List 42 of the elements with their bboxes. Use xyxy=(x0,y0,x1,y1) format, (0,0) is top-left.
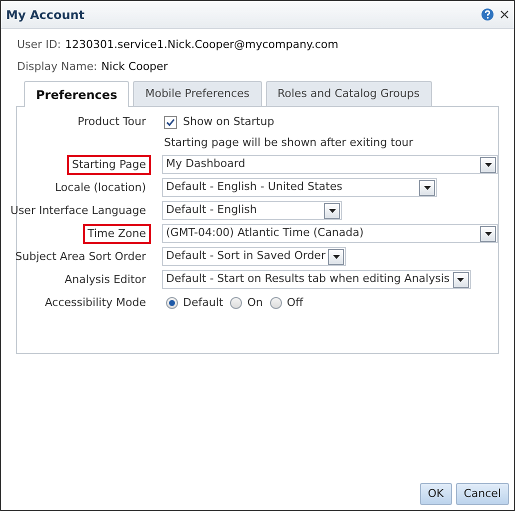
field-label: Starting Page xyxy=(66,154,151,174)
user-id-label: User ID: xyxy=(17,37,61,54)
caret-icon xyxy=(484,162,492,166)
field-label: Analysis Editor xyxy=(64,272,147,288)
dropdown[interactable]: Default - English - United States xyxy=(162,178,437,197)
radio-label: On xyxy=(247,294,263,311)
dropdown[interactable]: Default - English xyxy=(162,201,342,220)
tab[interactable]: Mobile Preferences xyxy=(133,81,262,106)
field-label: Product Tour xyxy=(76,114,147,130)
help-icon[interactable] xyxy=(481,8,494,21)
field-label: Accessibility Mode xyxy=(44,295,147,311)
radio-button[interactable] xyxy=(230,297,242,309)
window-title: My Account xyxy=(6,6,85,24)
dropdown[interactable]: Default - Start on Results tab when editing Analysis xyxy=(162,270,471,289)
radio-label: Off xyxy=(286,294,304,311)
caret-icon xyxy=(424,186,430,190)
dialog-button[interactable]: OK xyxy=(420,483,452,505)
checkbox[interactable] xyxy=(164,116,177,128)
field-label: Subject Area Sort Order xyxy=(14,248,147,264)
dialog-button[interactable]: Cancel xyxy=(456,483,509,505)
tab[interactable]: Preferences xyxy=(24,81,130,107)
user-id-value: 1230301.service1.Nick.Cooper@mycompany.com xyxy=(65,37,338,54)
dropdown[interactable]: My Dashboard xyxy=(162,155,498,174)
caret-icon xyxy=(332,254,340,258)
dropdown[interactable]: (GMT-04:00) Atlantic Time (Canada) xyxy=(162,224,498,243)
field-label: Time Zone xyxy=(82,224,151,244)
field-label: Locale (location) xyxy=(54,180,147,196)
radio-button[interactable] xyxy=(270,297,282,309)
display-name-label: Display Name: xyxy=(17,59,98,76)
caret-icon xyxy=(328,208,336,212)
check-icon xyxy=(166,118,175,126)
caret-icon xyxy=(484,232,492,236)
display-name-value: Nick Cooper xyxy=(101,59,168,76)
radio-button[interactable] xyxy=(166,297,178,309)
checkbox-label: Show on Startup xyxy=(183,114,274,130)
tab[interactable]: Roles and Catalog Groups xyxy=(266,81,432,106)
radio-label: Default xyxy=(183,294,224,311)
close-icon[interactable] xyxy=(500,10,509,19)
caret-icon xyxy=(457,278,464,282)
field-label: User Interface Language xyxy=(9,202,147,218)
hint-text: Starting page will be shown after exiting tour xyxy=(164,134,414,151)
dropdown[interactable]: Default - Sort in Saved Order xyxy=(162,247,346,266)
